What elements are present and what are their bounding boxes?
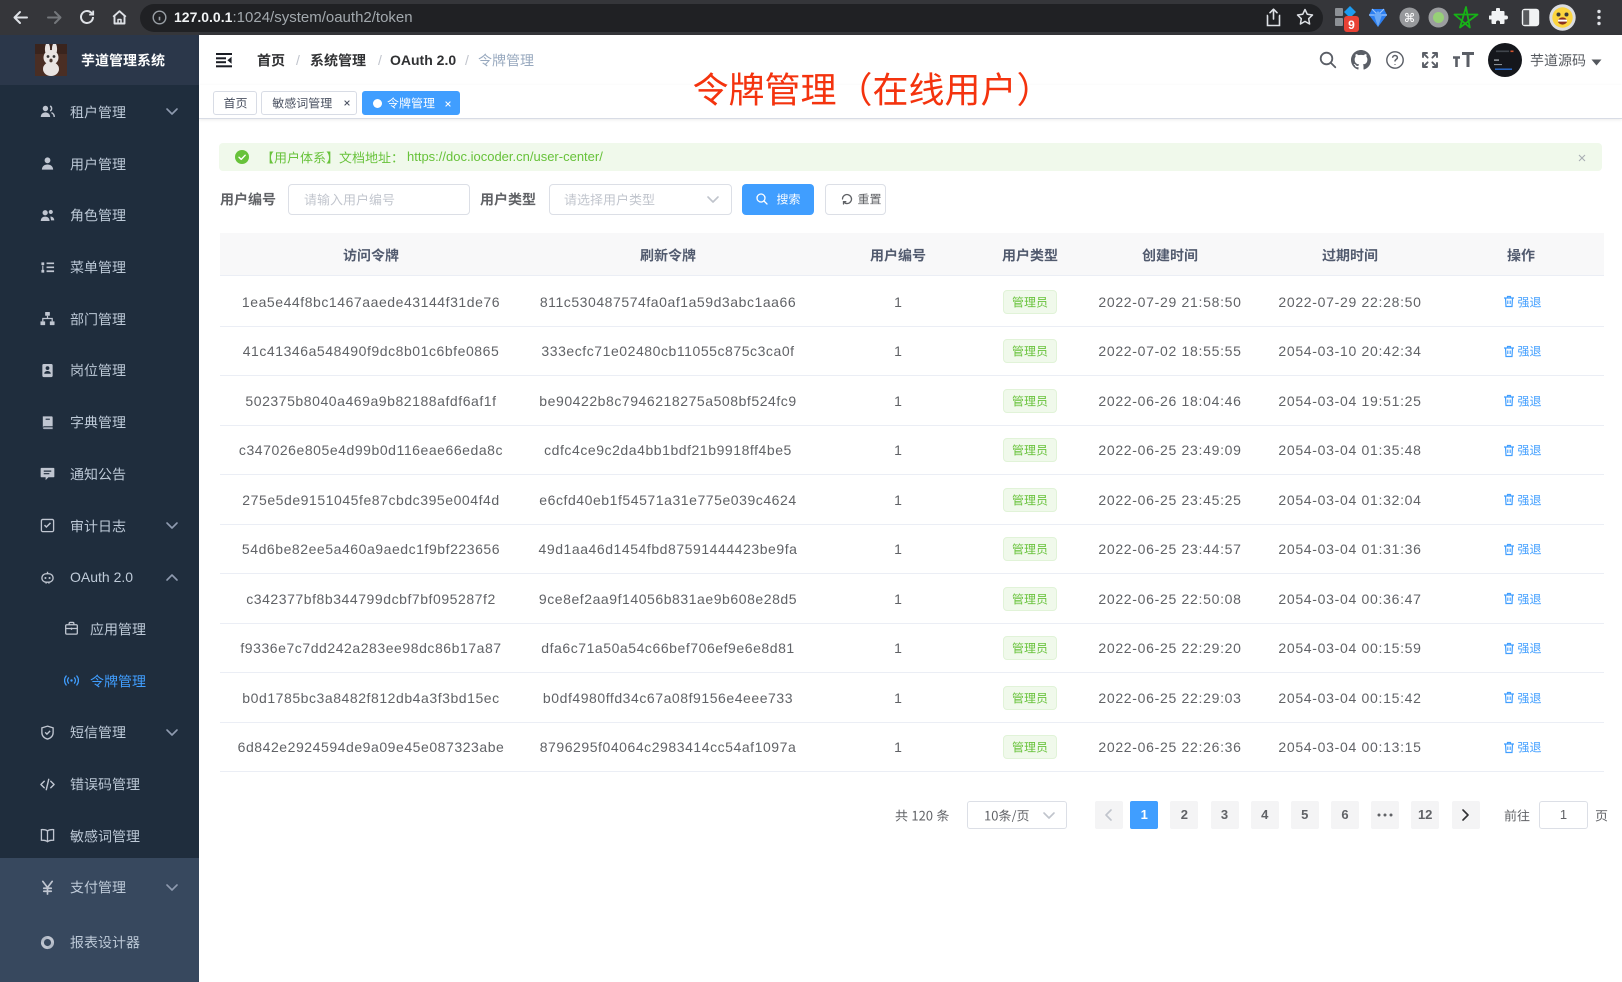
svg-text:9: 9 xyxy=(1348,18,1355,32)
svg-text:⌘: ⌘ xyxy=(1404,11,1416,25)
